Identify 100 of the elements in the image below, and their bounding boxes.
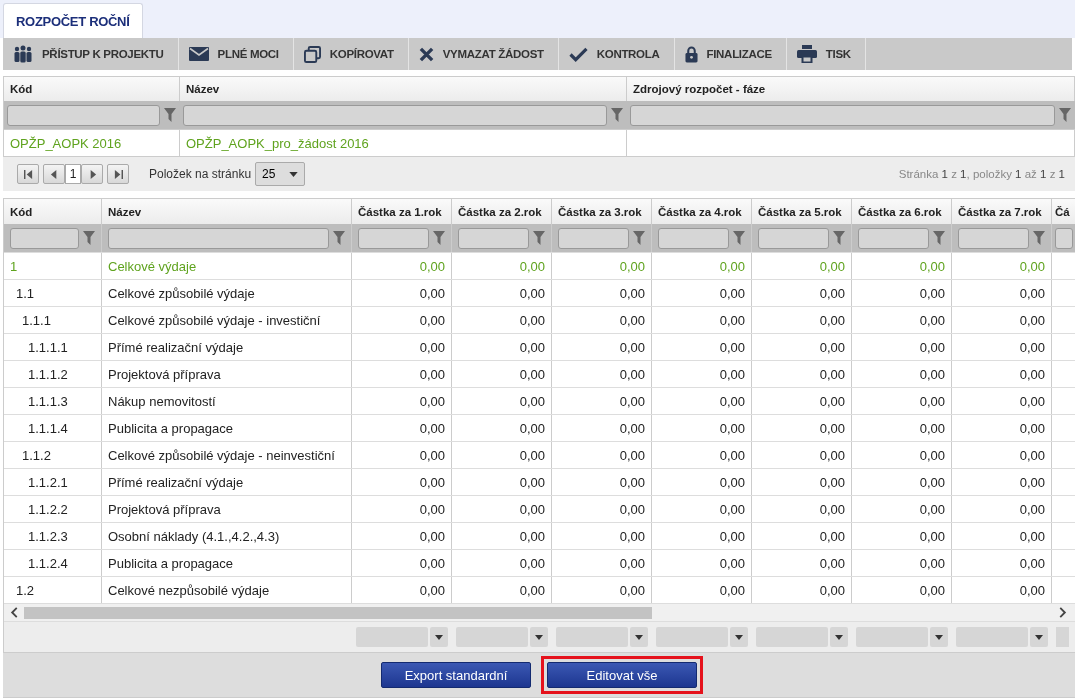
table-cell: 0,00 [1019,555,1045,571]
filter-field[interactable] [1055,227,1073,249]
filter-field[interactable] [183,104,607,126]
column-header[interactable]: Čá [1055,205,1070,218]
filter-field[interactable] [858,227,929,249]
filter-icon[interactable] [164,108,176,122]
horizontal-scrollbar[interactable] [4,603,1075,621]
table-cell: 0,00 [419,474,445,490]
aggregate-dropdown[interactable] [956,627,1048,647]
filter-field[interactable] [558,227,629,249]
filter-field[interactable] [108,227,329,249]
table-cell: 0,00 [819,258,845,274]
table-cell: 0,00 [719,447,745,463]
column-header[interactable]: Kód [10,83,33,95]
aggregate-dropdown[interactable] [656,627,748,647]
table-cell: 0,00 [819,501,845,517]
filter-field[interactable] [7,104,160,126]
table-cell: Projektová příprava [108,366,221,382]
table-cell: Celkové způsobilé výdaje - neinvestiční [108,447,335,463]
aggregate-dropdown[interactable] [856,627,948,647]
last-page-button[interactable] [107,164,129,184]
table-cell: 0,00 [519,501,545,517]
filter-icon[interactable] [611,108,623,122]
filter-field[interactable] [458,227,529,249]
action-button[interactable]: Editovat vše [547,662,697,688]
table-cell: 0,00 [419,528,445,544]
table-cell: 0,00 [619,312,645,328]
table-cell: 0,00 [819,528,845,544]
table-cell: 0,00 [519,339,545,355]
column-header[interactable]: Částka za 4.rok [658,205,742,218]
table-cell: 0,00 [819,555,845,571]
column-header[interactable]: Částka za 1.rok [358,205,442,218]
table-cell: 0,00 [419,339,445,355]
check-icon [568,46,588,62]
scroll-left-icon[interactable] [10,607,18,618]
column-header[interactable]: Částka za 7.rok [958,205,1042,218]
filter-field[interactable] [758,227,829,249]
table-cell: 0,00 [819,285,845,301]
aggregate-dropdown[interactable] [556,627,648,647]
filter-icon[interactable] [83,231,95,245]
filter-icon[interactable] [1033,231,1045,245]
table-cell: 0,00 [619,258,645,274]
column-header[interactable]: Částka za 5.rok [758,205,842,218]
table-cell: 0,00 [819,474,845,490]
column-header[interactable]: Částka za 6.rok [858,205,942,218]
filter-icon[interactable] [433,231,445,245]
filter-icon[interactable] [633,231,645,245]
column-header[interactable]: Zdrojový rozpočet - fáze [633,83,766,95]
filter-field[interactable] [358,227,429,249]
filter-field[interactable] [10,227,79,249]
table-cell: 0,00 [719,258,745,274]
table-cell: 0,00 [919,555,945,571]
table-cell: 0,00 [919,393,945,409]
caret-icon [735,634,743,640]
table-cell: 0,00 [919,582,945,598]
filter-field[interactable] [658,227,729,249]
column-header[interactable]: Kód [10,205,33,218]
filter-icon[interactable] [1059,108,1071,122]
table-cell: 0,00 [419,393,445,409]
printer-icon [796,45,817,63]
filter-icon[interactable] [333,231,345,245]
action-button[interactable]: Export standardní [381,662,531,688]
column-header[interactable]: Název [108,205,142,218]
next-page-button[interactable] [81,164,103,184]
aggregate-dropdown[interactable] [456,627,548,647]
table-cell: 0,00 [1019,285,1045,301]
filter-field[interactable] [630,104,1055,126]
table-cell-text: 1.1.1.2 [27,366,68,382]
table-cell: Celkové způsobilé výdaje [108,285,255,301]
aggregate-dropdown[interactable] [756,627,848,647]
table-cell: 0,00 [719,555,745,571]
last-page-icon [113,169,123,179]
previous-page-button[interactable] [43,164,65,184]
page-size-label: Položek na stránku [149,167,252,181]
filter-field[interactable] [958,227,1029,249]
table-cell: 0,00 [719,312,745,328]
first-page-button[interactable] [17,164,39,184]
filter-icon[interactable] [933,231,945,245]
column-header[interactable]: Částka za 2.rok [458,205,542,218]
table-cell: 0,00 [919,366,945,382]
previous-icon [49,169,59,179]
table-cell: 0,00 [1019,447,1045,463]
table-cell-text: 1.1.2.3 [27,528,68,544]
table-cell: 0,00 [519,555,545,571]
table-cell: 0,00 [1019,258,1045,274]
tab[interactable]: ROZPOČET ROČNÍ [3,3,143,38]
table-cell-text: 1.1.1.1 [27,339,68,355]
table-cell: 0,00 [719,528,745,544]
aggregate-dropdown[interactable] [356,627,448,647]
page-size-dropdown[interactable]: 25 [255,162,306,186]
table-cell: 0,00 [519,366,545,382]
scroll-right-icon[interactable] [1059,607,1067,618]
column-header[interactable]: Název [186,83,220,95]
filter-icon[interactable] [533,231,545,245]
column-header[interactable]: Částka za 3.rok [558,205,642,218]
table-cell-text: 1.1.2.4 [27,555,68,571]
page-number[interactable]: 1 [65,164,81,184]
filter-icon[interactable] [733,231,745,245]
filter-icon[interactable] [833,231,845,245]
first-page-icon [23,169,33,179]
